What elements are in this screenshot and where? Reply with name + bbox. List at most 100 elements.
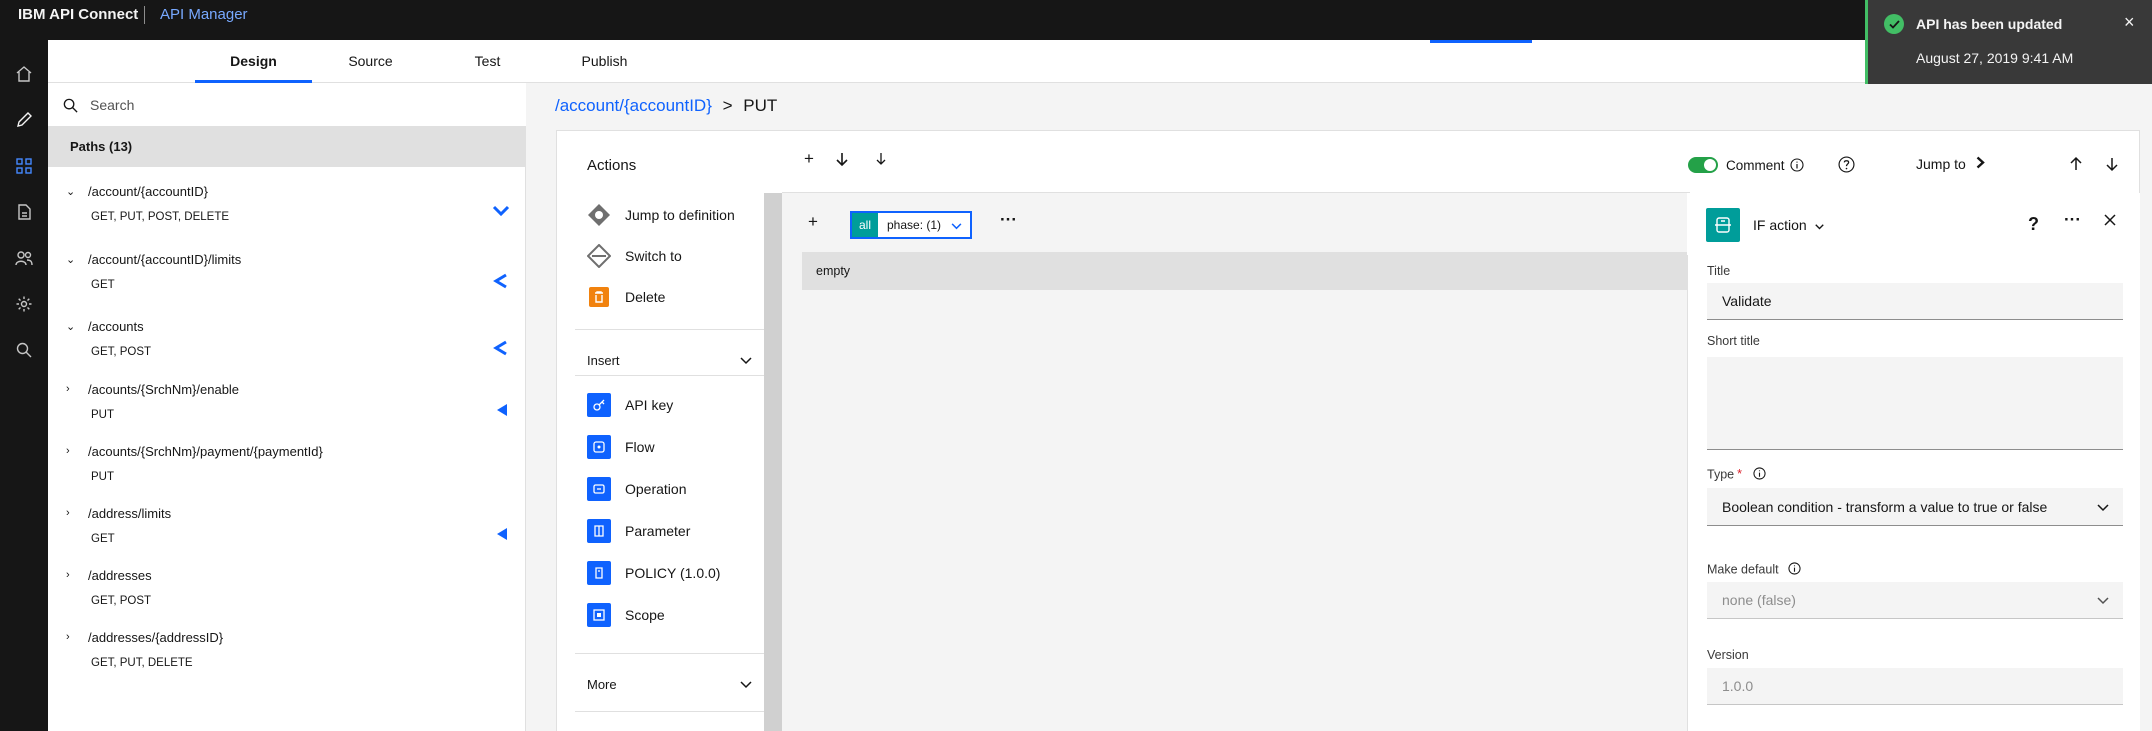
actions-scrollbar[interactable]	[764, 193, 782, 731]
add-phase-icon[interactable]: +	[808, 212, 818, 232]
action-type-selector[interactable]: IF action	[1753, 217, 1824, 233]
scope-icon	[587, 603, 611, 627]
if-action-icon	[1706, 208, 1740, 242]
chevron-right-icon[interactable]: ›	[66, 631, 70, 643]
switch-to-action[interactable]: Switch to	[587, 241, 682, 271]
info-icon[interactable]	[1788, 562, 1801, 578]
info-icon[interactable]	[1753, 467, 1767, 483]
insert-parameter[interactable]: Parameter	[587, 516, 690, 546]
path-item[interactable]: ⌄ /account/{accountID} GET, PUT, POST, D…	[48, 175, 526, 237]
tab-design[interactable]: Design	[195, 40, 312, 83]
jump-to-button[interactable]: Jump to	[1916, 156, 1985, 172]
chevron-down-icon[interactable]: ⌄	[66, 253, 75, 266]
marker-icon[interactable]	[496, 527, 508, 544]
info-icon[interactable]	[1790, 158, 1804, 175]
jump-to-definition-action[interactable]: Jump to definition	[587, 200, 735, 230]
tab-source[interactable]: Source	[312, 40, 429, 83]
chevron-down-icon	[951, 218, 962, 233]
empty-phase-row[interactable]: empty	[802, 252, 1690, 290]
expand-chevron-icon[interactable]	[492, 205, 510, 220]
make-default-value: none (false)	[1722, 592, 1796, 608]
tab-indicator	[1430, 40, 1532, 43]
top-bar: IBM API Connect API Manager	[0, 0, 2152, 40]
breadcrumb-link[interactable]: /account/{accountID}	[555, 96, 712, 115]
chevron-right-icon[interactable]: ›	[66, 445, 70, 457]
make-default-select: none (false)	[1707, 582, 2123, 619]
help-icon[interactable]: ?	[2028, 214, 2039, 235]
insert-toggle[interactable]: Insert	[587, 345, 752, 375]
path-item[interactable]: › /addresses/{addressID} GET, PUT, DELET…	[48, 621, 526, 683]
phase-selector[interactable]: all phase: (1)	[850, 211, 972, 239]
arrow-up-icon[interactable]	[2068, 156, 2084, 175]
collapse-chevron-icon[interactable]	[492, 340, 508, 359]
left-nav-rail	[0, 40, 48, 731]
tab-publish[interactable]: Publish	[546, 40, 663, 83]
arrow-down-small-icon[interactable]	[873, 151, 889, 172]
version-label: Version	[1707, 648, 1749, 662]
path-item[interactable]: › /address/limits GET	[48, 497, 526, 559]
chevron-down-icon	[2097, 592, 2109, 608]
chevron-right-icon[interactable]: ›	[66, 383, 70, 395]
document-icon[interactable]	[12, 200, 36, 224]
overflow-menu-icon[interactable]: ···	[1000, 210, 1017, 230]
paths-panel: Search Paths (13) ⌄ /account/{accountID}…	[48, 83, 526, 731]
home-icon[interactable]	[12, 62, 36, 86]
chevron-right-icon[interactable]: ›	[66, 507, 70, 519]
insert-api-key[interactable]: API key	[587, 390, 673, 420]
type-select[interactable]: Boolean condition - transform a value to…	[1707, 488, 2123, 526]
close-icon[interactable]	[2104, 214, 2116, 229]
collapse-chevron-icon[interactable]	[492, 273, 508, 292]
editor-tabs: Design Source Test Publish	[48, 40, 2152, 83]
path-label: /addresses	[88, 568, 152, 583]
overflow-menu-icon[interactable]: ···	[2064, 210, 2081, 230]
insert-operation[interactable]: Operation	[587, 474, 686, 504]
version-value: 1.0.0	[1722, 678, 1754, 694]
help-icon[interactable]	[1838, 156, 1855, 176]
more-toggle[interactable]: More	[587, 669, 752, 699]
settings-icon[interactable]	[12, 292, 36, 316]
path-item[interactable]: › /addresses GET, POST	[48, 559, 526, 621]
paths-header[interactable]: Paths (13)	[48, 127, 526, 167]
marker-icon[interactable]	[496, 403, 508, 420]
short-title-textarea[interactable]	[1707, 357, 2123, 450]
add-icon[interactable]: +	[804, 149, 814, 169]
search-input[interactable]: Search	[90, 97, 134, 113]
insert-flow[interactable]: Flow	[587, 432, 655, 462]
divider	[575, 375, 764, 376]
arrow-down-icon[interactable]	[834, 151, 850, 172]
users-icon[interactable]	[12, 246, 36, 270]
path-item[interactable]: › /acounts/{SrchNm}/payment/{paymentId} …	[48, 435, 526, 497]
diamond-icon	[587, 203, 611, 227]
apps-icon[interactable]	[12, 154, 36, 178]
app-name[interactable]: API Manager	[160, 0, 248, 30]
chevron-down-icon	[740, 353, 752, 368]
flow-icon	[587, 435, 611, 459]
breadcrumb: /account/{accountID} > PUT	[555, 96, 777, 116]
path-item[interactable]: › /acounts/{SrchNm}/enable PUT	[48, 373, 526, 435]
edit-icon[interactable]	[0, 102, 48, 138]
actions-panel: Actions Jump to definition Switch to Del…	[557, 131, 764, 731]
comment-toggle[interactable]	[1688, 157, 1718, 173]
path-item[interactable]: ⌄ /account/{accountID}/limits GET	[48, 243, 526, 305]
chevron-down-icon[interactable]: ⌄	[66, 320, 75, 333]
path-label: /acounts/{SrchNm}/payment/{paymentId}	[88, 444, 323, 459]
path-methods: GET, PUT, DELETE	[91, 657, 193, 669]
empty-label: empty	[816, 264, 851, 278]
delete-action[interactable]: Delete	[587, 282, 665, 312]
tab-test[interactable]: Test	[429, 40, 546, 83]
insert-label: Scope	[625, 607, 665, 623]
chevron-down-icon[interactable]: ⌄	[66, 185, 75, 198]
close-icon[interactable]: ×	[2124, 12, 2135, 33]
search-box[interactable]: Search	[48, 83, 526, 127]
insert-policy[interactable]: POLICY (1.0.0)	[587, 558, 720, 588]
title-input[interactable]: Validate	[1707, 283, 2123, 320]
path-item[interactable]: ⌄ /accounts GET, POST	[48, 310, 526, 372]
path-methods: GET	[91, 279, 115, 291]
chevron-right-icon[interactable]: ›	[66, 569, 70, 581]
insert-label: Parameter	[625, 523, 691, 539]
short-title-label: Short title	[1707, 334, 1760, 348]
brand-name[interactable]: IBM API Connect	[18, 0, 138, 30]
search-icon[interactable]	[12, 338, 36, 362]
arrow-down-icon[interactable]	[2104, 156, 2120, 175]
insert-scope[interactable]: Scope	[587, 600, 665, 630]
